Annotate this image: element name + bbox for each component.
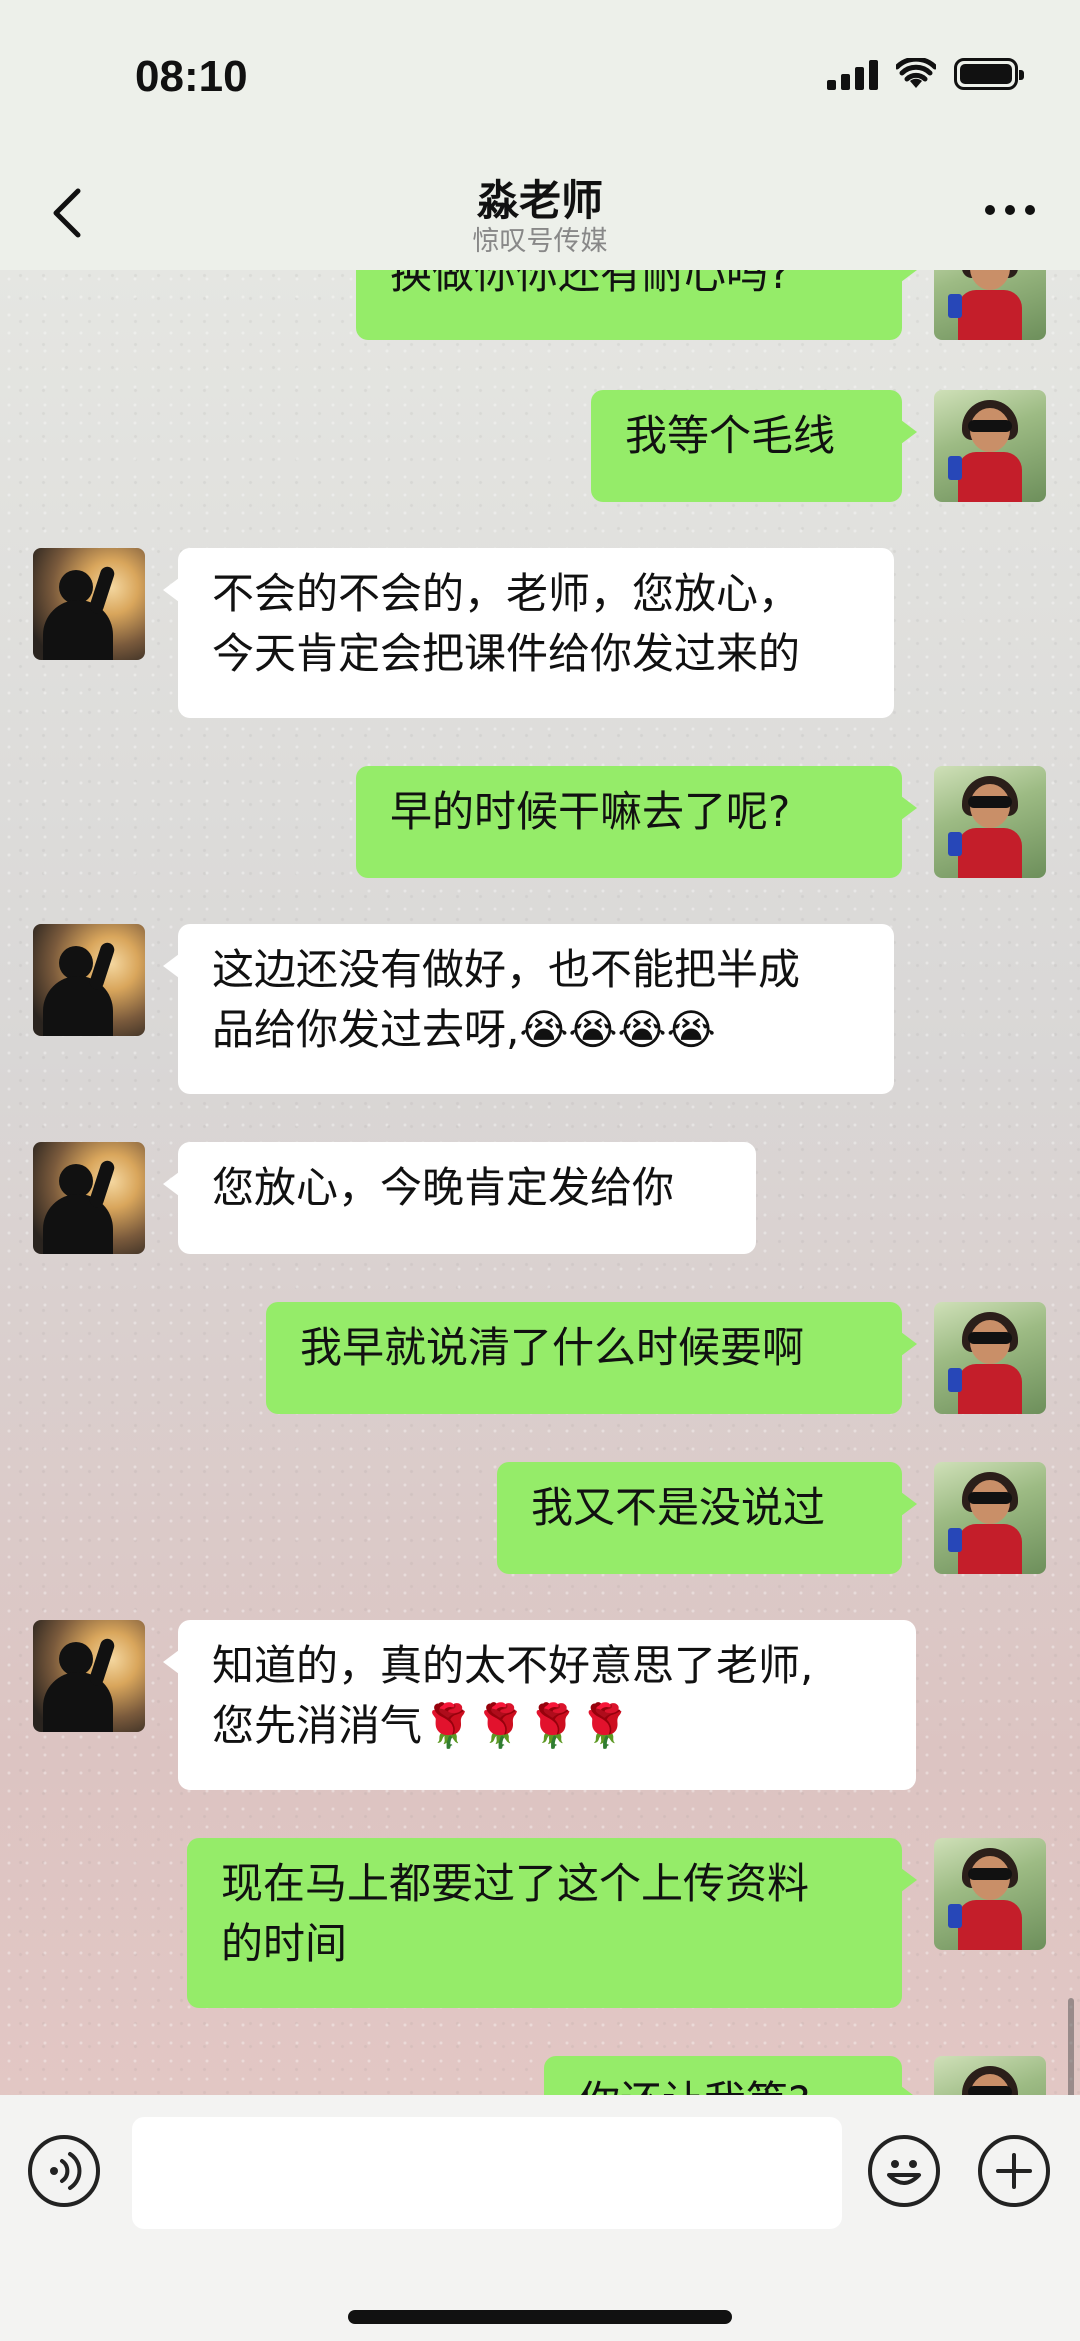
avatar[interactable] — [934, 1462, 1046, 1574]
status-icons — [827, 58, 1024, 90]
avatar[interactable] — [934, 1838, 1046, 1950]
message-text: 换做你你还有耐心吗? — [390, 270, 791, 298]
avatar[interactable] — [934, 1302, 1046, 1414]
status-time: 08:10 — [135, 52, 248, 101]
message-input[interactable] — [132, 2117, 842, 2229]
avatar[interactable] — [934, 2056, 1046, 2095]
message-text: 我又不是没说过 — [531, 1483, 826, 1532]
home-indicator[interactable] — [348, 2310, 732, 2324]
message-bubble[interactable]: 您放心，今晚肯定发给你 — [163, 1142, 756, 1254]
emoji-icon[interactable] — [868, 2135, 940, 2207]
message-bubble[interactable]: 现在马上都要过了这个上传资料 的时间 — [187, 1838, 917, 2008]
message-line: 今天肯定会把课件给你发过来的 — [212, 629, 801, 678]
message-line: 品给你发过去呀,😭😭😭😭 — [212, 1005, 716, 1054]
battery-icon — [954, 58, 1024, 90]
avatar[interactable] — [934, 390, 1046, 502]
chat-header: 淼老师 惊叹号传媒 — [0, 155, 1080, 270]
message-bubble[interactable]: 我早就说清了什么时候要啊 — [266, 1302, 917, 1414]
cellular-signal-icon — [827, 58, 878, 90]
plus-icon[interactable] — [978, 2135, 1050, 2207]
message-bubble[interactable]: 换做你你还有耐心吗? — [356, 270, 917, 340]
message-text: 我等个毛线 — [625, 411, 836, 460]
avatar[interactable] — [33, 1142, 145, 1254]
message-bubble[interactable]: 我等个毛线 — [591, 390, 917, 502]
voice-icon[interactable] — [28, 2135, 100, 2207]
message-bubble[interactable]: 这边还没有做好，也不能把半成 品给你发过去呀,😭😭😭😭 — [163, 924, 894, 1094]
message-line: 的时间 — [221, 1919, 348, 1968]
avatar[interactable] — [934, 766, 1046, 878]
wifi-icon — [896, 58, 936, 88]
input-bar — [0, 2095, 1080, 2341]
message-bubble[interactable]: 我又不是没说过 — [497, 1462, 917, 1574]
avatar[interactable] — [934, 270, 1046, 340]
avatar[interactable] — [33, 924, 145, 1036]
message-line: 这边还没有做好，也不能把半成 — [212, 945, 801, 994]
status-bar: 08:10 — [0, 0, 1080, 155]
avatar[interactable] — [33, 1620, 145, 1732]
avatar[interactable] — [33, 548, 145, 660]
message-text: 您放心，今晚肯定发给你 — [212, 1163, 675, 1212]
message-bubble[interactable]: 知道的，真的太不好意思了老师, 您先消消气🌹🌹🌹🌹 — [163, 1620, 916, 1790]
more-dots-icon[interactable] — [980, 195, 1040, 225]
message-line: 知道的，真的太不好意思了老师, — [212, 1641, 814, 1690]
message-text: 你还让我等? — [578, 2077, 810, 2095]
message-bubble[interactable]: 早的时候干嘛去了呢? — [356, 766, 917, 878]
message-line: 您先消消气🌹🌹🌹🌹 — [212, 1701, 632, 1750]
chat-message-list[interactable]: 换做你你还有耐心吗? 我等个毛线 不会的不会的，老师，您放心， 今天肯定会把课件… — [0, 270, 1080, 2095]
message-bubble[interactable]: 不会的不会的，老师，您放心， 今天肯定会把课件给你发过来的 — [163, 548, 894, 718]
message-line: 不会的不会的，老师，您放心， — [212, 569, 801, 618]
message-text: 早的时候干嘛去了呢? — [390, 787, 791, 836]
message-text: 我早就说清了什么时候要啊 — [300, 1323, 805, 1372]
message-bubble[interactable]: 你还让我等? — [544, 2056, 917, 2095]
message-line: 现在马上都要过了这个上传资料 — [221, 1859, 810, 1908]
chat-subtitle: 惊叹号传媒 — [472, 226, 608, 257]
scrollbar-thumb[interactable] — [1068, 1998, 1074, 2095]
